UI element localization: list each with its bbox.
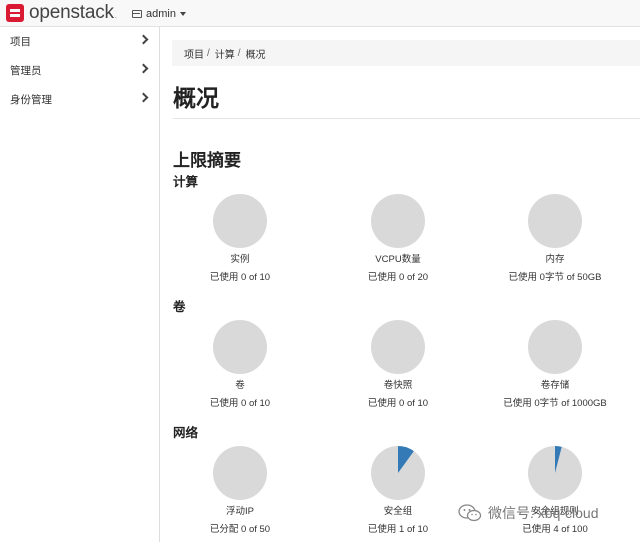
gauge-usage: 已使用 0 of 20 (367, 272, 429, 283)
pie-remaining (528, 320, 582, 374)
gauge-usage: 已使用 0 of 10 (367, 398, 429, 409)
gauge-usage: 已使用 0 of 10 (209, 398, 271, 409)
gauge-ram: 内存 已使用 0字节 of 50GB (485, 193, 625, 284)
breadcrumb: 项目 / 计算 / 概况 (172, 40, 640, 66)
pie-remaining (213, 446, 267, 500)
group-title-volume: 卷 (173, 300, 186, 314)
sidebar-item-label: 管理员 (10, 65, 42, 77)
chevron-right-icon (138, 92, 149, 103)
breadcrumb-item-overview: 概况 (245, 49, 266, 61)
gauge-storage: 卷存储 已使用 0字节 of 1000GB (485, 319, 625, 410)
top-navbar: openstack . admin (0, 0, 640, 27)
breadcrumb-separator: / (237, 47, 241, 59)
gauge-vcpus: VCPU数量 已使用 0 of 20 (328, 193, 468, 284)
gauge-security-groups: 安全组 已使用 1 of 10 (328, 445, 468, 536)
openstack-logo-icon (6, 4, 24, 22)
pie-remaining (371, 194, 425, 248)
chevron-down-icon (179, 11, 186, 16)
pie-chart (371, 320, 425, 374)
project-name: admin (146, 7, 176, 20)
watermark-text: 微信号: xbq-cloud (488, 505, 599, 521)
watermark: 微信号: xbq-cloud (458, 503, 598, 523)
pie-chart (213, 320, 267, 374)
pie-chart (528, 320, 582, 374)
gauge-floating-ips: 浮动IP 已分配 0 of 50 (170, 445, 310, 536)
wechat-icon (458, 504, 482, 522)
breadcrumb-separator: / (207, 47, 210, 59)
gauge-usage: 已使用 0字节 of 1000GB (503, 398, 607, 409)
pie-remaining (528, 194, 582, 248)
pie-chart (528, 446, 582, 500)
page-title: 概况 (173, 85, 219, 111)
gauge-label: 内存 (545, 254, 565, 265)
gauge-instances: 实例 已使用 0 of 10 (170, 193, 310, 284)
gauge-label: 卷存储 (540, 380, 570, 391)
gauge-snapshots: 卷快照 已使用 0 of 10 (328, 319, 468, 410)
pie-chart (371, 446, 425, 500)
limit-summary-title: 上限摘要 (173, 151, 241, 170)
sidebar-item-label: 身份管理 (10, 94, 52, 106)
pie-remaining (371, 320, 425, 374)
chevron-right-icon (138, 34, 149, 45)
brand-name: openstack (29, 2, 114, 23)
sidebar-item-identity[interactable]: 身份管理 (0, 85, 159, 114)
gauge-usage: 已使用 0 of 10 (209, 272, 271, 283)
gauge-usage: 已使用 1 of 10 (367, 524, 429, 535)
gauge-label: 卷 (235, 380, 245, 391)
group-title-network: 网络 (173, 426, 199, 440)
project-switcher[interactable]: admin (132, 6, 186, 21)
pie-chart (213, 194, 267, 248)
breadcrumb-item-compute[interactable]: 计算 (215, 46, 235, 61)
gauge-label: 实例 (230, 254, 250, 265)
sidebar-item-project[interactable]: 项目 (0, 27, 159, 56)
sidebar-item-label: 项目 (10, 36, 31, 48)
sidebar: 项目 管理员 身份管理 (0, 27, 160, 542)
group-title-compute: 计算 (173, 175, 199, 189)
gauge-label: 卷快照 (383, 380, 413, 391)
pie-chart (371, 194, 425, 248)
gauge-usage: 已分配 0 of 50 (209, 524, 271, 535)
brand-mark: . (114, 13, 117, 20)
chevron-right-icon (138, 63, 149, 74)
divider (173, 118, 640, 119)
gauge-label: 安全组 (383, 506, 413, 517)
gauge-label: VCPU数量 (375, 254, 421, 265)
gauge-usage: 已使用 0字节 of 50GB (508, 272, 602, 283)
pie-chart (528, 194, 582, 248)
project-icon (132, 9, 142, 18)
gauge-volumes: 卷 已使用 0 of 10 (170, 319, 310, 410)
openstack-logo[interactable]: openstack . (6, 3, 117, 23)
breadcrumb-item-project[interactable]: 项目 (184, 46, 204, 61)
pie-remaining (213, 320, 267, 374)
gauge-label: 浮动IP (226, 506, 254, 517)
sidebar-item-admin[interactable]: 管理员 (0, 56, 159, 85)
gauge-usage: 已使用 4 of 100 (522, 524, 588, 535)
pie-chart (213, 446, 267, 500)
pie-remaining (213, 194, 267, 248)
